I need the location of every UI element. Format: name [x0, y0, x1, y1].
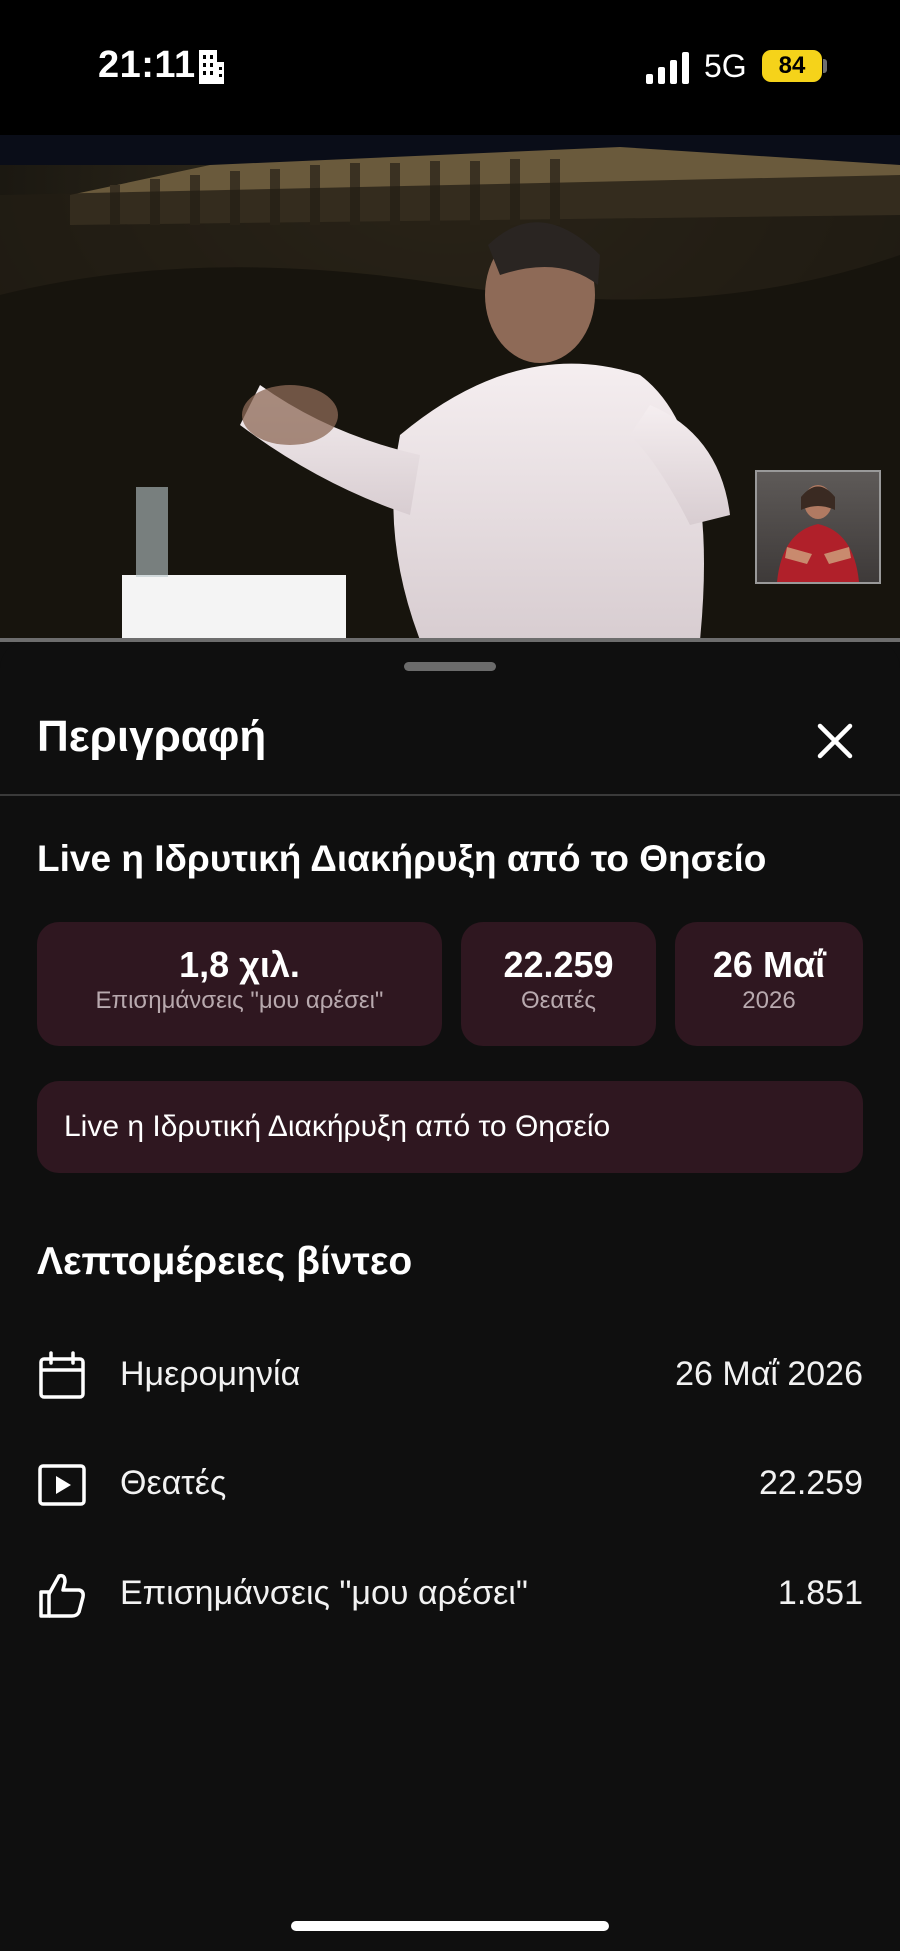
detail-value: 22.259 — [759, 1464, 863, 1502]
likes-label: Επισημάνσεις "μου αρέσει" — [95, 987, 384, 1014]
likes-card: 1,8 χιλ. Επισημάνσεις "μου αρέσει" — [37, 922, 442, 1046]
calendar-icon — [39, 1351, 85, 1399]
detail-label: Θεατές — [120, 1464, 227, 1502]
date-year: 2026 — [742, 987, 796, 1014]
video-title: Live η Ιδρυτική Διακήρυξη από το Θησείο — [37, 838, 767, 879]
home-indicator[interactable] — [291, 1921, 609, 1931]
viewers-card: 22.259 Θεατές — [461, 922, 656, 1046]
status-time: 21:11 — [98, 44, 196, 86]
detail-row-date: Ημερομηνία 26 Μαΐ 2026 — [37, 1345, 863, 1405]
detail-value: 26 Μαΐ 2026 — [675, 1355, 863, 1393]
sheet-title: Περιγραφή — [37, 712, 267, 761]
viewers-count: 22.259 — [503, 944, 614, 985]
sheet-divider — [0, 794, 900, 796]
status-bar: 21:11 5G 84 — [0, 0, 900, 135]
sheet-drag-handle[interactable] — [404, 662, 496, 671]
close-icon[interactable] — [812, 718, 858, 764]
play-icon — [38, 1464, 86, 1506]
detail-label: Ημερομηνία — [120, 1355, 301, 1393]
date-card: 26 Μαΐ 2026 — [675, 922, 863, 1046]
signal-icon — [646, 52, 689, 84]
date-day-month: 26 Μαΐ — [712, 944, 826, 985]
sign-language-inset — [755, 470, 881, 584]
building-icon — [199, 50, 224, 84]
details-heading: Λεπτομέρειες βίντεο — [37, 1240, 413, 1283]
detail-label: Επισημάνσεις "μου αρέσει" — [120, 1574, 528, 1612]
battery-tip — [823, 59, 827, 73]
viewers-label: Θεατές — [521, 987, 596, 1014]
battery-indicator: 84 — [762, 50, 822, 82]
detail-row-likes: Επισημάνσεις "μου αρέσει" 1.851 — [37, 1564, 863, 1624]
likes-count: 1,8 χιλ. — [179, 944, 300, 985]
description-text[interactable]: Live η Ιδρυτική Διακήρυξη από το Θησείο — [37, 1081, 863, 1173]
thumbs-up-icon — [39, 1573, 85, 1618]
detail-row-viewers: Θεατές 22.259 — [37, 1454, 863, 1514]
network-type: 5G — [704, 48, 747, 84]
detail-value: 1.851 — [777, 1574, 863, 1612]
